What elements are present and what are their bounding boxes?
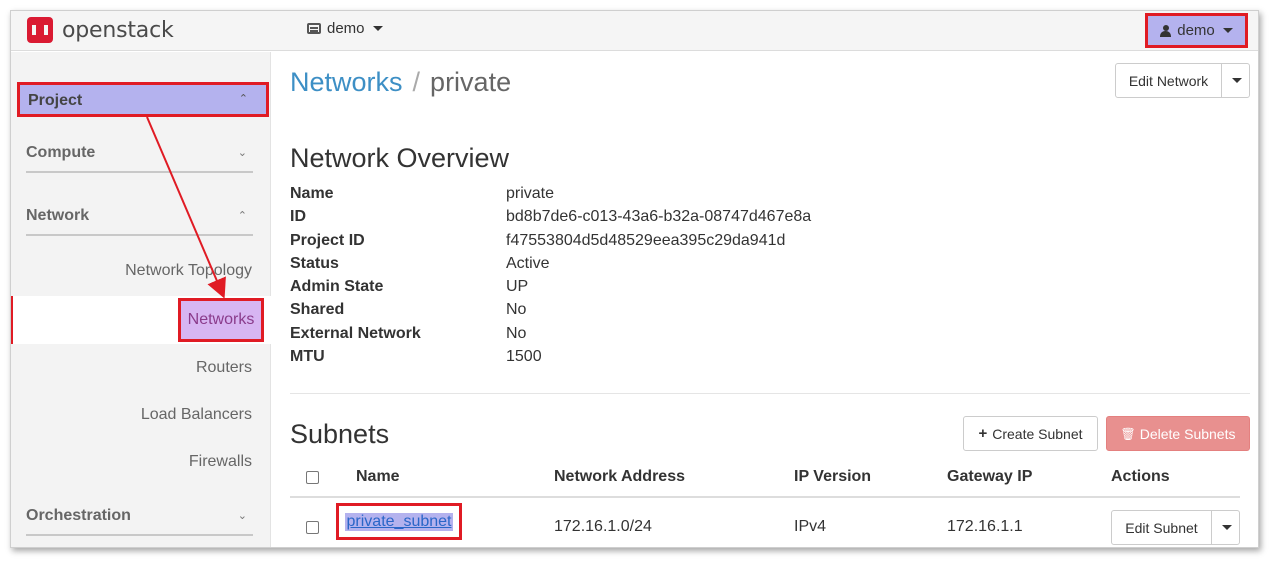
browser-window: openstack demo demo Project ⌃ Compute ⌄ … (10, 10, 1259, 548)
overview-key: Name (290, 185, 334, 202)
sidebar-item-network[interactable]: Network ⌃ (26, 207, 253, 225)
subnet-name-text: private_subnet (344, 512, 454, 531)
trash-icon: 🗑 (1120, 426, 1136, 441)
overview-row: Admin State UP (290, 278, 990, 301)
sidebar-item-label: Compute (26, 144, 96, 161)
overview-key: Shared (290, 301, 345, 319)
overview-value: private (506, 185, 555, 202)
column-header-gateway-ip: Gateway IP (947, 468, 1033, 485)
overview-key: External Network (290, 324, 421, 342)
sidebar-item-label: Networks (187, 311, 255, 328)
sidebar-item-label: Project (28, 92, 83, 109)
subnets-title: Subnets (290, 419, 390, 449)
overview-value: f47553804d5d48529eea395c29da941d (506, 231, 786, 249)
openstack-logo-icon (27, 17, 53, 43)
overview-row: Shared No (290, 301, 990, 324)
project-list-icon (307, 23, 321, 34)
chevron-down-icon (1231, 78, 1242, 83)
breadcrumb-networks-link[interactable]: Networks (290, 67, 403, 97)
project-selector-label: demo (327, 20, 365, 37)
edit-network-button[interactable]: Edit Network (1115, 63, 1250, 98)
sidebar-item-compute[interactable]: Compute ⌄ (26, 144, 253, 162)
subnet-name-link[interactable]: private_subnet (336, 503, 462, 540)
chevron-down-icon: ⌄ (237, 147, 247, 159)
top-navbar: openstack demo demo (11, 11, 1258, 51)
table-row: private_subnet 172.16.1.0/24 IPv4 172.16… (290, 499, 1240, 547)
overview-row: ID bd8b7de6-c013-43a6-b32a-08747d467e8a (290, 208, 990, 231)
chevron-up-icon: ⌃ (238, 93, 248, 105)
main-content: Networks / private Edit Network Network Ov… (290, 52, 1250, 547)
overview-row: MTU 1500 (290, 348, 990, 371)
overview-value: No (506, 301, 527, 319)
overview-row: External Network No (290, 325, 990, 348)
overview-value: Active (506, 254, 550, 272)
overview-value: 1500 (506, 348, 542, 366)
brand-name: openstack (62, 17, 174, 43)
overview-row: Name private (290, 185, 990, 208)
overview-value: bd8b7de6-c013-43a6-b32a-08747d467e8a (506, 208, 812, 226)
openstack-logo[interactable]: openstack (27, 15, 174, 45)
subnet-gateway-ip: 172.16.1.1 (947, 518, 1023, 535)
sidebar-item-routers[interactable]: Routers (196, 359, 252, 377)
overview-key: Status (290, 254, 339, 272)
plus-icon: + (978, 425, 988, 442)
edit-subnet-label: Edit Subnet (1125, 519, 1198, 536)
breadcrumb-separator: / (412, 67, 421, 97)
create-subnet-button[interactable]: + Create Subnet (963, 416, 1098, 451)
sidebar-divider (26, 234, 253, 236)
edit-subnet-button[interactable]: Edit Subnet (1111, 510, 1240, 545)
user-menu-label: demo (1177, 22, 1215, 39)
project-selector[interactable]: demo (307, 20, 383, 37)
edit-network-dropdown-toggle[interactable] (1221, 64, 1249, 97)
edit-subnet-dropdown-toggle[interactable] (1211, 511, 1239, 544)
sidebar-item-networks[interactable]: Networks (178, 298, 264, 342)
column-header-name[interactable]: Name (356, 468, 400, 486)
sidebar-divider (26, 171, 253, 173)
breadcrumb: Networks / private (290, 67, 511, 98)
subnet-network-address: 172.16.1.0/24 (554, 518, 652, 535)
edit-network-label: Edit Network (1128, 72, 1209, 89)
user-icon (1160, 24, 1172, 37)
chevron-up-icon: ⌃ (237, 210, 247, 222)
delete-subnets-button[interactable]: 🗑 Delete Subnets (1106, 416, 1250, 451)
sidebar-item-label: Orchestration (26, 507, 131, 524)
overview-row: Status Active (290, 255, 990, 278)
sidebar-item-network-topology[interactable]: Network Topology (125, 262, 252, 280)
overview-key: Admin State (290, 278, 384, 296)
subnets-table-header: Name Network Address IP Version Gateway … (290, 457, 1240, 498)
section-divider (290, 393, 1250, 394)
user-menu[interactable]: demo (1145, 13, 1248, 48)
column-header-network-address[interactable]: Network Address (554, 468, 685, 486)
chevron-down-icon (372, 26, 383, 31)
breadcrumb-current: private (430, 67, 512, 97)
overview-row: Project ID f47553804d5d48529eea395c29da94… (290, 232, 990, 255)
sidebar: Project ⌃ Compute ⌄ Network ⌃ Network To… (11, 52, 271, 547)
overview-key: ID (290, 208, 306, 226)
sidebar-item-orchestration[interactable]: Orchestration ⌄ (26, 507, 253, 525)
network-overview-title: Network Overview (290, 143, 510, 173)
overview-key: Project ID (290, 231, 365, 249)
network-overview: Name private ID bd8b7de6-c013-43a6-b32a-08… (290, 185, 990, 371)
chevron-down-icon (1221, 525, 1232, 530)
subnet-ip-version: IPv4 (794, 518, 827, 535)
chevron-down-icon: ⌄ (237, 510, 247, 522)
create-subnet-label: Create Subnet (992, 425, 1083, 442)
sidebar-item-firewalls[interactable]: Firewalls (189, 453, 252, 471)
delete-subnets-label: Delete Subnets (1139, 425, 1236, 442)
sidebar-item-label: Network (26, 207, 90, 224)
chevron-down-icon (1222, 28, 1233, 33)
sidebar-item-project[interactable]: Project ⌃ (17, 82, 269, 117)
overview-key: MTU (290, 348, 325, 366)
select-all-checkbox[interactable] (306, 471, 319, 484)
overview-value: UP (506, 278, 529, 296)
row-checkbox[interactable] (306, 521, 319, 534)
sidebar-item-load-balancers[interactable]: Load Balancers (141, 406, 252, 424)
sidebar-divider (26, 534, 253, 536)
column-header-actions: Actions (1111, 468, 1170, 485)
column-header-ip-version[interactable]: IP Version (794, 468, 871, 486)
overview-value: No (506, 324, 527, 342)
